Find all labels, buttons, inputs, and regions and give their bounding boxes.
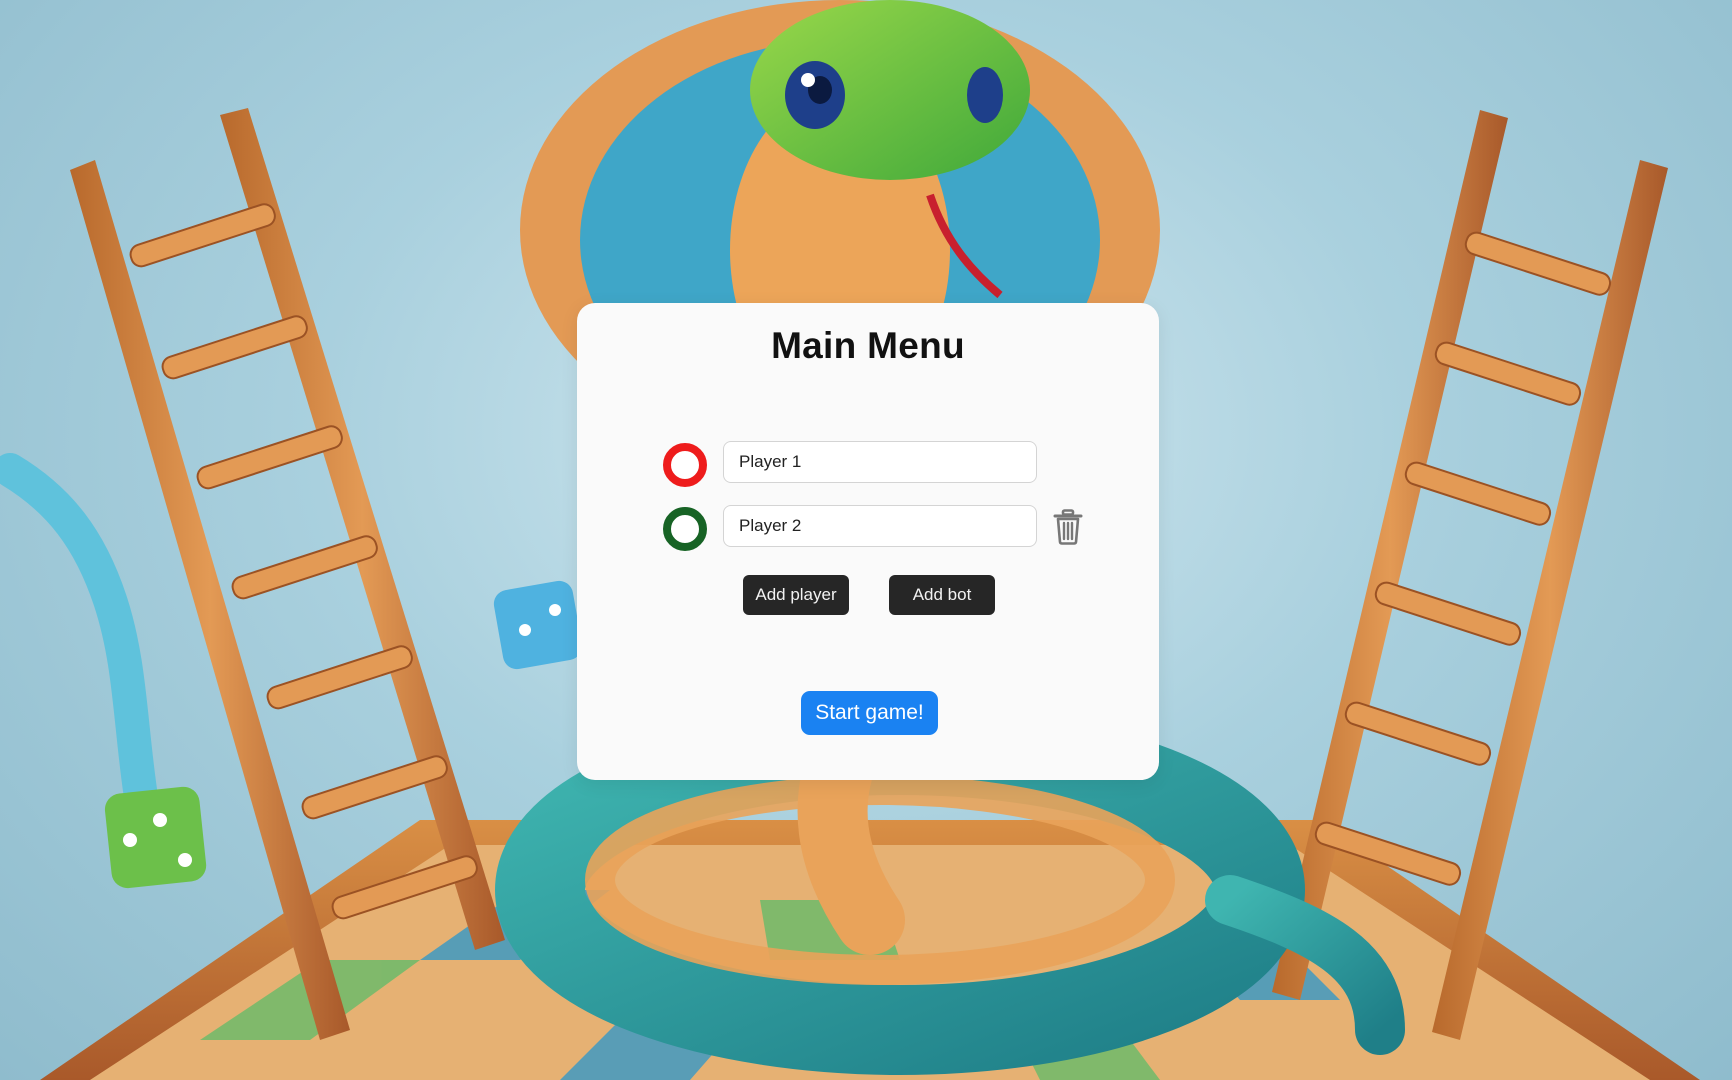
player-2-name-input[interactable] (723, 505, 1037, 547)
player-1-name-input[interactable] (723, 441, 1037, 483)
add-player-button[interactable]: Add player (743, 575, 849, 615)
add-bot-button[interactable]: Add bot (889, 575, 995, 615)
main-menu-panel: Main Menu Add player Add bot Start game! (577, 303, 1159, 780)
player-row (663, 505, 1103, 551)
start-game-button[interactable]: Start game! (801, 691, 938, 735)
player-token-green (663, 507, 707, 551)
menu-title: Main Menu (771, 325, 965, 366)
player-row (663, 441, 1103, 487)
player-token-red (663, 443, 707, 487)
trash-icon[interactable] (1053, 509, 1083, 545)
game-screen: Main Menu Add player Add bot Start game! (0, 0, 1732, 1080)
small-snake-art (0, 453, 157, 807)
